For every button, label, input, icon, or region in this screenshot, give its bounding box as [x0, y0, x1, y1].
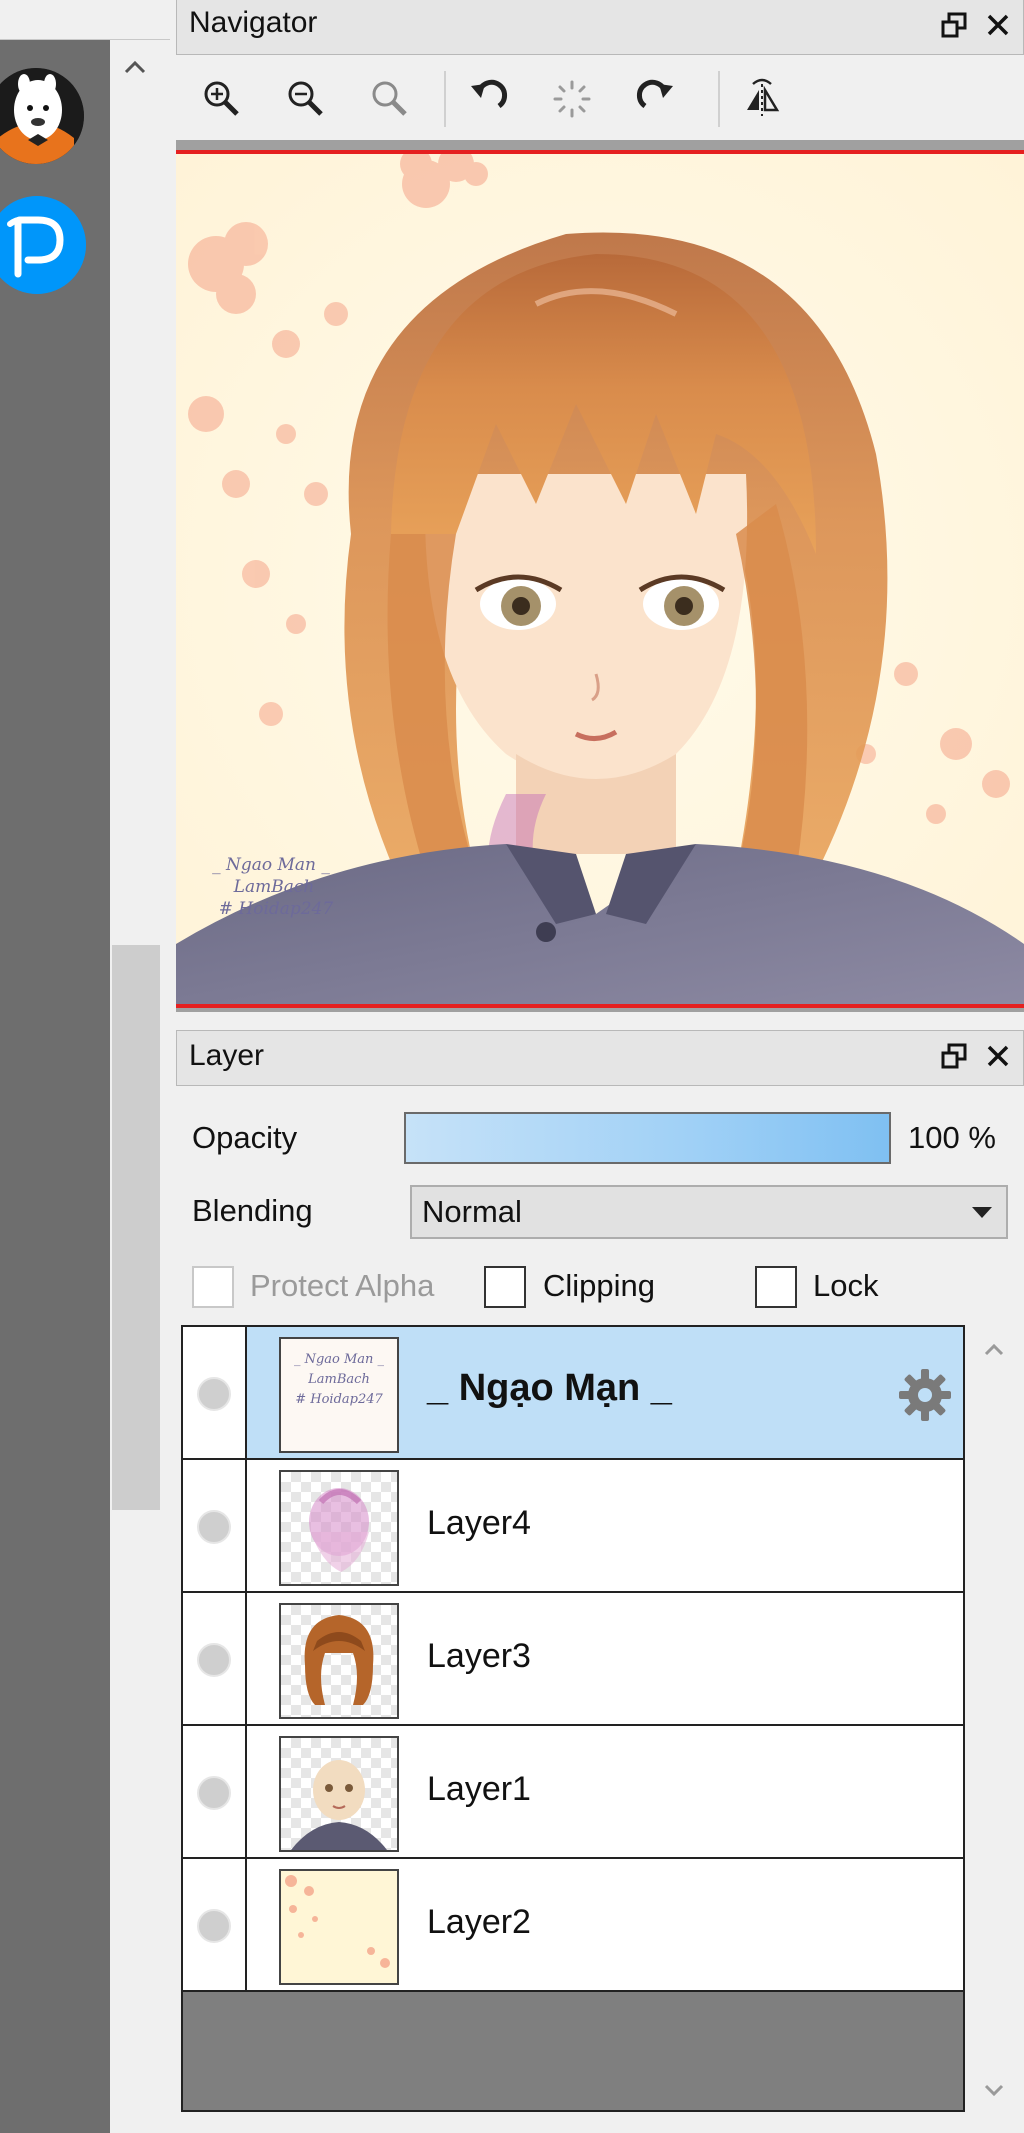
layer-row-main[interactable]: Layer1: [247, 1726, 963, 1857]
layer-row[interactable]: Layer4: [183, 1460, 963, 1593]
layer-visibility-toggle[interactable]: [183, 1327, 247, 1458]
toolbar-separator: [718, 71, 720, 127]
layer-visibility-toggle[interactable]: [183, 1593, 247, 1724]
layer-row[interactable]: _ Ngao Man _ LamBach # Hoidap247 _ Ngạo …: [183, 1327, 963, 1460]
layer-row[interactable]: Layer2: [183, 1859, 963, 1992]
layer-name: Layer1: [427, 1770, 531, 1808]
layer-list[interactable]: _ Ngao Man _ LamBach # Hoidap247 _ Ngạo …: [181, 1325, 965, 2112]
thumb-watermark-3: # Hoidap247: [295, 1392, 383, 1407]
bottom-status-bar: [176, 2115, 1024, 2133]
sidebar-scroll-thumb[interactable]: [112, 945, 160, 1510]
opacity-label: Opacity: [192, 1120, 298, 1155]
layer-row-main[interactable]: Layer3: [247, 1593, 963, 1724]
blending-value: Normal: [422, 1194, 522, 1229]
visibility-dot-icon: [197, 1643, 231, 1677]
close-icon[interactable]: [983, 10, 1017, 44]
zoom-in-icon[interactable]: [192, 69, 252, 129]
watermark-line-1: _ Ngao Man _: [212, 855, 330, 875]
opacity-slider[interactable]: [404, 1112, 891, 1164]
top-left-bar: [0, 0, 170, 40]
artwork-preview-image: _ Ngao Man _ LamBach # Hoidap247: [176, 154, 1024, 1004]
scroll-up-icon[interactable]: [977, 1335, 1011, 1369]
rotate-right-icon[interactable]: [626, 69, 686, 129]
layer-thumbnail: [279, 1869, 399, 1985]
close-icon[interactable]: [983, 1041, 1017, 1075]
protect-alpha-checkbox[interactable]: [192, 1266, 234, 1308]
undock-icon[interactable]: [939, 1041, 973, 1075]
visibility-dot-icon: [197, 1377, 231, 1411]
layer-row[interactable]: Layer1: [183, 1726, 963, 1859]
thumb-watermark-1: _ Ngao Man _: [294, 1352, 385, 1367]
zoom-actual-icon[interactable]: [360, 69, 420, 129]
navigator-header: Navigator: [176, 0, 1024, 55]
scroll-down-icon[interactable]: [977, 2075, 1011, 2109]
scroll-up-icon[interactable]: [118, 52, 152, 86]
layer-thumbnail: [279, 1603, 399, 1719]
layer-row-main[interactable]: _ Ngao Man _ LamBach # Hoidap247 _ Ngạo …: [247, 1327, 963, 1458]
lock-label: Lock: [813, 1268, 879, 1303]
layer-row-main[interactable]: Layer2: [247, 1859, 963, 1990]
protect-alpha-label: Protect Alpha: [250, 1268, 435, 1303]
layer-thumbnail: _ Ngao Man _ LamBach # Hoidap247: [279, 1337, 399, 1453]
layer-thumbnail: [279, 1736, 399, 1852]
layer-list-scrollbar[interactable]: [967, 1325, 1019, 2115]
visibility-dot-icon: [197, 1909, 231, 1943]
layer-name: Layer3: [427, 1637, 531, 1675]
navigator-preview[interactable]: _ Ngao Man _ LamBach # Hoidap247: [176, 150, 1024, 1008]
watermark-line-3: # Hoidap247: [219, 899, 334, 919]
visibility-dot-icon: [197, 1510, 231, 1544]
blending-label: Blending: [192, 1193, 313, 1228]
layer-panel-header: Layer: [176, 1030, 1024, 1086]
layer-panel-title: Layer: [189, 1039, 265, 1072]
navigator-toolbar: [176, 55, 1024, 140]
layer-visibility-toggle[interactable]: [183, 1460, 247, 1591]
layer-name: Layer4: [427, 1504, 531, 1542]
layer-row-main[interactable]: Layer4: [247, 1460, 963, 1591]
layer-name: Layer2: [427, 1903, 531, 1941]
navigator-title: Navigator: [189, 6, 318, 39]
rotate-left-icon[interactable]: [458, 69, 518, 129]
app-window: Navigator _ Ngao Man _ LamBach # Hoidap2…: [0, 0, 1024, 2133]
lock-checkbox[interactable]: [755, 1266, 797, 1308]
visibility-dot-icon: [197, 1776, 231, 1810]
zoom-out-icon[interactable]: [276, 69, 336, 129]
dropdown-arrow-icon: [972, 1207, 992, 1218]
toolbar-separator: [444, 71, 446, 127]
reset-rotation-icon[interactable]: [542, 69, 602, 129]
blending-select[interactable]: Normal: [410, 1185, 1008, 1239]
clipping-label: Clipping: [543, 1268, 656, 1303]
thumb-watermark-2: LamBach: [307, 1372, 370, 1387]
flip-horizontal-icon[interactable]: [732, 69, 792, 129]
layer-thumbnail: [279, 1470, 399, 1586]
layer-name: _ Ngạo Mạn _: [427, 1367, 672, 1409]
watermark-line-2: LamBach: [233, 877, 315, 897]
layer-visibility-toggle[interactable]: [183, 1859, 247, 1990]
left-sidebar: [0, 40, 110, 2133]
clipping-checkbox[interactable]: [484, 1266, 526, 1308]
undock-icon[interactable]: [939, 10, 973, 44]
opacity-value: 100 %: [908, 1120, 996, 1155]
layer-visibility-toggle[interactable]: [183, 1726, 247, 1857]
layer-row[interactable]: Layer3: [183, 1593, 963, 1726]
gear-icon[interactable]: [895, 1365, 955, 1425]
